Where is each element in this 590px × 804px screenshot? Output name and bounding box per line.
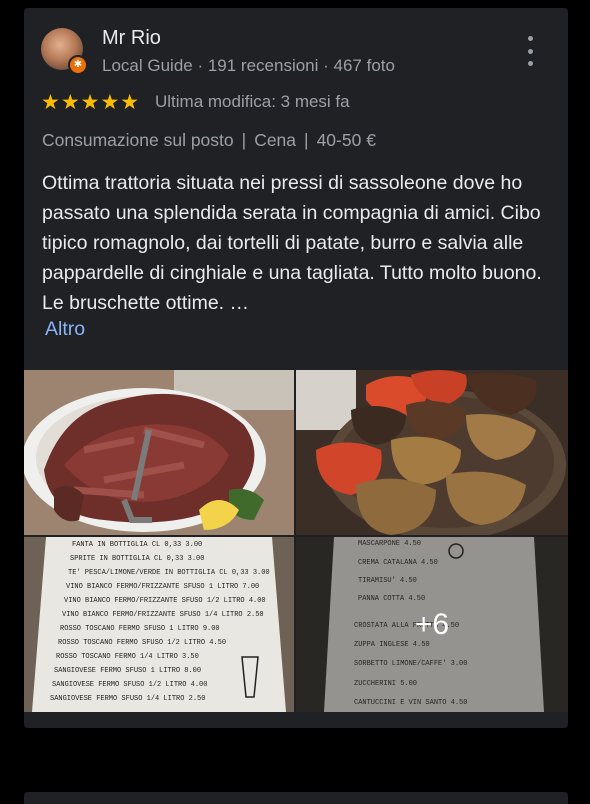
more-vert-icon[interactable]	[518, 36, 542, 66]
star-rating: ★★★★★	[41, 91, 141, 114]
menu-drink-line: VINO BIANCO FERMO/FRIZZANTE SFUSO 1/4 LI…	[62, 611, 264, 619]
photo-tagliata-image	[24, 370, 294, 535]
menu-drink-line: ROSSO TOSCANO FERMO SFUSO 1 LITRO 9.00	[60, 625, 220, 633]
more-photos-count[interactable]: +6	[296, 537, 568, 712]
menu-drink-line: SANGIOVESE FERMO SFUSO 1 LITRO 8.00	[54, 667, 201, 675]
menu-drink-line: TE' PESCA/LIMONE/VERDE IN BOTTIGLIA CL 0…	[68, 569, 270, 577]
menu-drink-line: SANGIOVESE FERMO SFUSO 1/4 LITRO 2.50	[50, 695, 205, 703]
menu-drink-line: FANTA IN BOTTIGLIA CL 0,33 3.00	[72, 541, 202, 549]
meta-service: Consumazione sul posto	[42, 130, 234, 150]
meta-price: 40-50 €	[316, 130, 376, 150]
local-guide-badge-icon: ✱	[68, 55, 88, 75]
author-name[interactable]: Mr Rio	[102, 27, 161, 50]
last-modified: Ultima modifica: 3 mesi fa	[155, 92, 350, 111]
visit-meta: Consumazione sul posto | Cena | 40-50 €	[42, 130, 376, 151]
photo-bruschette-image	[296, 370, 568, 535]
photo-menu-drinks-image: FANTA IN BOTTIGLIA CL 0,33 3.00 SPRITE I…	[24, 537, 294, 712]
next-card-edge	[24, 792, 568, 804]
menu-drink-line: SPRITE IN BOTTIGLIA CL 0,33 3.00	[70, 555, 204, 563]
review-card: ✱ Mr Rio Local Guide · 191 recensioni · …	[24, 8, 568, 728]
photo-menu-desserts[interactable]: MASCARPONE 4.50 CREMA CATALANA 4.50 TIRA…	[296, 537, 568, 712]
meta-separator: |	[304, 130, 309, 150]
meta-meal: Cena	[254, 130, 297, 150]
photo-menu-drinks[interactable]: FANTA IN BOTTIGLIA CL 0,33 3.00 SPRITE I…	[24, 537, 294, 712]
meta-separator: |	[241, 130, 247, 150]
review-text: Ottima trattoria situata nei pressi di s…	[42, 172, 542, 314]
menu-drink-line: ROSSO TOSCANO FERMO 1/4 LITRO 3.50	[56, 653, 199, 661]
menu-drink-line: SANGIOVESE FERMO SFUSO 1/2 LITRO 4.00	[52, 681, 207, 689]
more-link[interactable]: Altro	[45, 318, 85, 341]
photo-tagliata[interactable]	[24, 370, 294, 535]
menu-drink-line: ROSSO TOSCANO FERMO SFUSO 1/2 LITRO 4.50	[58, 639, 226, 647]
photo-bruschette[interactable]	[296, 370, 568, 535]
author-subline: Local Guide · 191 recensioni · 467 foto	[102, 56, 395, 75]
menu-drink-line: VINO BIANCO FERMO/FRIZZANTE SFUSO 1/2 LI…	[64, 597, 266, 605]
menu-drink-line: VINO BIANCO FERMO/FRIZZANTE SFUSO 1 LITR…	[66, 583, 259, 591]
